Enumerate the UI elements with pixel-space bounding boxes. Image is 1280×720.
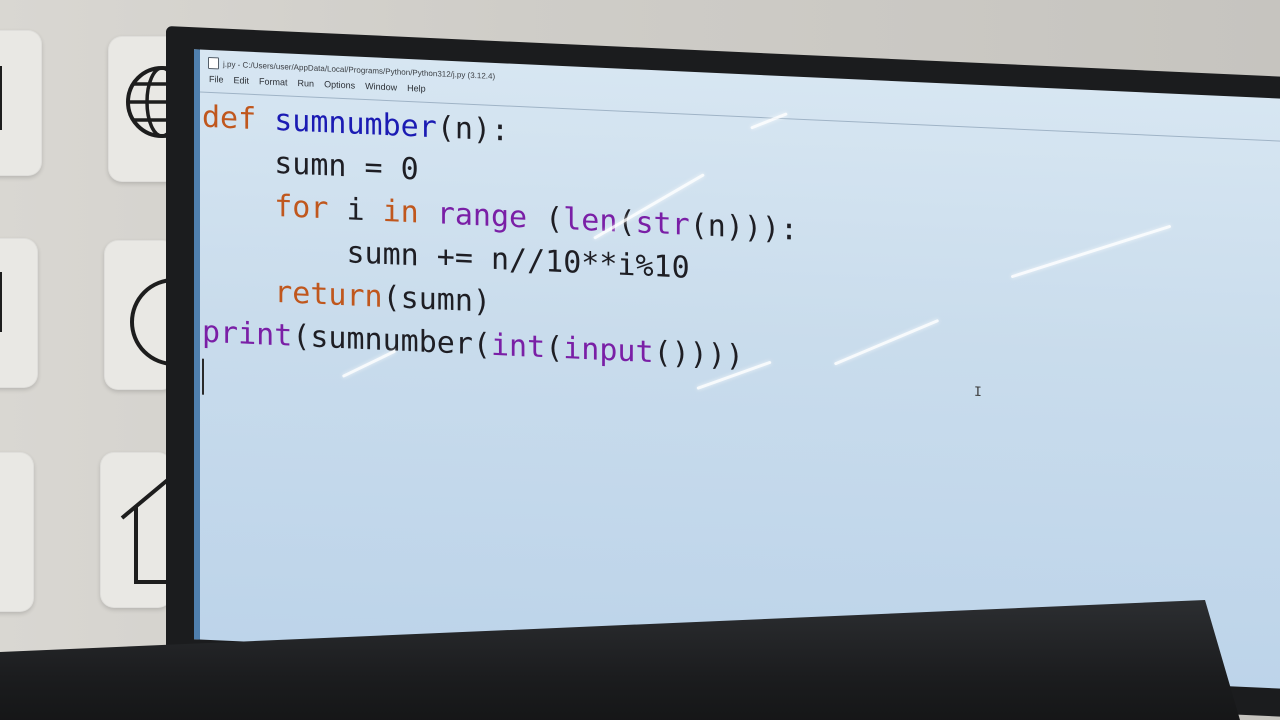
code-token-bi: range xyxy=(436,196,528,236)
code-token: (n): xyxy=(436,110,510,149)
code-token-bi: print xyxy=(202,314,293,354)
code-token: ( xyxy=(545,330,564,367)
code-token: (sumnumber( xyxy=(292,318,491,363)
code-token-kw: return xyxy=(274,274,383,315)
code-token: ( xyxy=(527,200,564,238)
glare-streak xyxy=(833,318,940,366)
code-token: (sumn) xyxy=(382,279,491,320)
wall-tile-document xyxy=(0,30,42,176)
code-editor[interactable]: def sumnumber(n): sumn = 0 for i in rang… xyxy=(202,96,798,424)
device-icon xyxy=(0,272,2,332)
menu-run[interactable]: Run xyxy=(293,78,320,93)
code-token: sumn = 0 xyxy=(202,142,419,188)
glare-streak xyxy=(1010,224,1172,279)
code-token-bi: input xyxy=(563,331,654,371)
wall-tile-device xyxy=(0,238,38,388)
code-token-bi: int xyxy=(491,327,546,366)
wall-tile-left-bottom xyxy=(0,452,34,612)
menu-edit[interactable]: Edit xyxy=(229,75,255,90)
menu-file[interactable]: File xyxy=(204,74,229,89)
document-icon xyxy=(0,66,2,130)
code-token-kw: for xyxy=(274,188,329,227)
menu-help[interactable]: Help xyxy=(402,83,431,98)
text-cursor-icon: I xyxy=(974,384,982,401)
python-file-icon xyxy=(208,56,219,70)
code-token-bi: len xyxy=(563,202,618,240)
code-token: ()))) xyxy=(653,335,744,375)
code-token: i xyxy=(328,191,383,229)
code-token-fn: sumnumber xyxy=(274,102,437,146)
menu-window[interactable]: Window xyxy=(360,81,402,97)
menu-format[interactable]: Format xyxy=(254,76,293,92)
menu-options[interactable]: Options xyxy=(319,79,360,95)
code-token-kw: in xyxy=(382,193,419,231)
idle-editor-window: j.py - C:/Users/user/AppData/Local/Progr… xyxy=(194,49,1280,690)
window-left-border xyxy=(194,49,200,640)
text-caret xyxy=(202,358,204,395)
code-token: (n))): xyxy=(689,207,799,248)
wall-tile-home xyxy=(100,452,172,608)
code-token-kw: def xyxy=(202,99,257,138)
